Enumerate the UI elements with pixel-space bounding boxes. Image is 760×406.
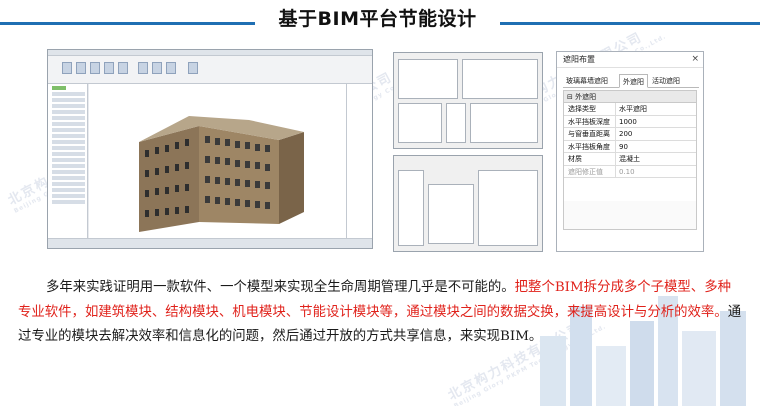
body-text: 多年来实践证明用一款软件、一个模型来实现全生命周期管理几乎是不可能的。 xyxy=(46,280,515,295)
ribbon-tool-icon xyxy=(118,62,128,74)
settings-dialog-screenshot xyxy=(393,52,543,149)
tab-glass-curtain-shading[interactable]: 玻璃幕墙遮阳 xyxy=(563,74,611,88)
title-rule-right xyxy=(500,22,760,25)
property-row[interactable]: 水平挡板深度 1000 xyxy=(564,115,696,128)
ribbon-tool-icon xyxy=(188,62,198,74)
property-key: 水平挡板角度 xyxy=(564,140,616,152)
property-key: 水平挡板深度 xyxy=(564,115,616,127)
body-paragraph: 多年来实践证明用一款软件、一个模型来实现全生命周期管理几乎是不可能的。把整个BI… xyxy=(18,276,742,350)
property-row[interactable]: 选择类型 水平遮阳 xyxy=(564,103,696,116)
dialog-preview xyxy=(446,103,466,143)
dialog-table xyxy=(478,170,538,246)
ribbon-tool-icon xyxy=(104,62,114,74)
dialog-tabs: 玻璃幕墙遮阳 外遮阳 活动遮阳 xyxy=(563,74,699,88)
property-value[interactable]: 90 xyxy=(616,141,696,153)
property-value[interactable]: 水平遮阳 xyxy=(616,103,696,115)
dialog-list xyxy=(462,59,538,99)
ribbon-tool-icon xyxy=(62,62,72,74)
ribbon-tool-icon xyxy=(152,62,162,74)
title-bar: 基于BIM平台节能设计 xyxy=(0,0,760,36)
property-value[interactable]: 混凝土 xyxy=(616,153,696,165)
app-ribbon xyxy=(48,56,372,84)
tab-external-shading[interactable]: 外遮阳 xyxy=(619,74,648,88)
dialog-dropdown-list xyxy=(428,184,474,244)
property-key: 选择类型 xyxy=(564,103,616,115)
shading-properties-dialog: 遮阳布置 × 玻璃幕墙遮阳 外遮阳 活动遮阳 ⊟ 外遮阳 选择类型 水平遮阳 水平… xyxy=(556,51,704,252)
dialog-list xyxy=(398,170,424,246)
property-key: 材质 xyxy=(564,153,616,165)
property-row[interactable]: 遮阳修正值 0.10 xyxy=(564,165,696,178)
property-value[interactable]: 0.10 xyxy=(616,166,696,178)
property-value[interactable]: 1000 xyxy=(616,116,696,128)
property-key: 遮阳修正值 xyxy=(564,165,616,177)
tab-movable-shading[interactable]: 活动遮阳 xyxy=(649,74,683,88)
property-key: 与窗垂直距离 xyxy=(564,128,616,140)
building-3d-model xyxy=(139,116,304,232)
app-statusbar xyxy=(48,238,372,248)
property-section-header: ⊟ 外遮阳 xyxy=(564,91,696,103)
ribbon-tool-icon xyxy=(90,62,100,74)
dialog-preview xyxy=(470,103,538,143)
title-rule-left xyxy=(0,22,255,25)
ribbon-tool-icon xyxy=(166,62,176,74)
ribbon-tool-icon xyxy=(76,62,86,74)
material-dialog-screenshot xyxy=(393,155,543,252)
property-grid-empty xyxy=(564,201,696,229)
ribbon-tool-icon xyxy=(138,62,148,74)
close-icon[interactable]: × xyxy=(691,54,699,64)
side-toolbar xyxy=(346,84,372,238)
property-row[interactable]: 与窗垂直距离 200 xyxy=(564,128,696,141)
page-title: 基于BIM平台节能设计 xyxy=(278,8,477,30)
bim-app-screenshot xyxy=(47,49,373,249)
dialog-title: 遮阳布置 xyxy=(557,52,703,68)
property-grid: ⊟ 外遮阳 选择类型 水平遮阳 水平挡板深度 1000 与窗垂直距离 200 水平挡板… xyxy=(563,90,697,230)
property-row[interactable]: 材质 混凝土 xyxy=(564,153,696,166)
dialog-preview xyxy=(398,103,442,143)
property-row[interactable]: 水平挡板角度 90 xyxy=(564,140,696,153)
project-tree xyxy=(48,84,88,238)
dialog-list xyxy=(398,59,458,99)
property-value[interactable]: 200 xyxy=(616,128,696,140)
3d-viewport xyxy=(89,84,372,238)
